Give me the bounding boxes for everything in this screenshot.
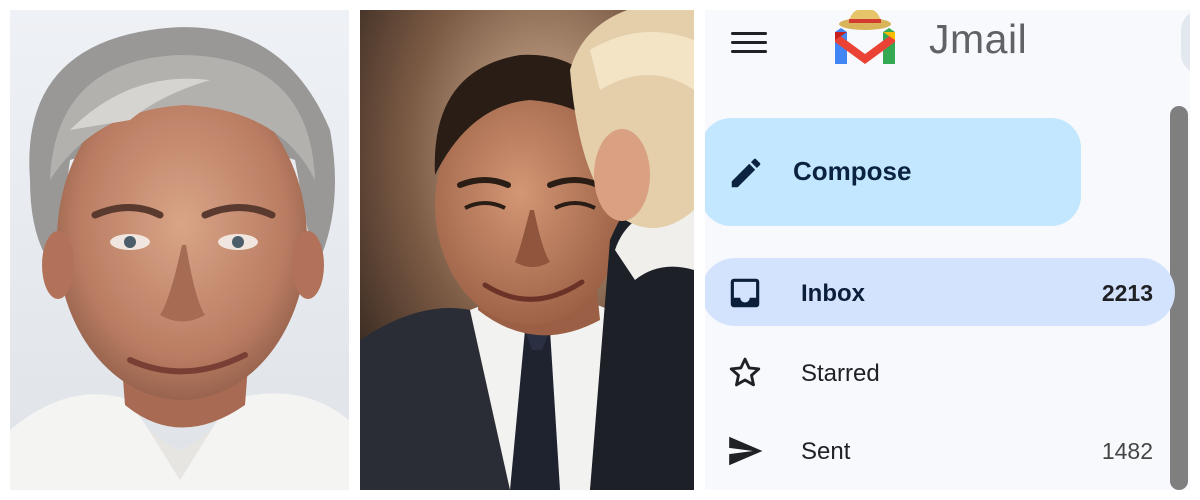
portrait-photo-left xyxy=(10,10,349,490)
menu-bar xyxy=(731,49,767,53)
nav-label-inbox: Inbox xyxy=(801,280,865,307)
star-icon xyxy=(729,357,761,387)
pencil-icon xyxy=(731,158,761,188)
nav-item-starred[interactable]: Starred xyxy=(705,338,1175,406)
nav-item-sent[interactable]: Sent 1482 xyxy=(705,416,1175,484)
portrait-center-illustration xyxy=(360,10,694,490)
nav-count-inbox: 2213 xyxy=(1101,280,1153,306)
collage: Jmail Compose Inbox 2213 Starred Sent 14… xyxy=(0,0,1200,500)
portrait-left-illustration xyxy=(10,10,349,490)
menu-bar xyxy=(731,40,767,44)
nav-label-sent: Sent xyxy=(801,438,851,465)
jmail-logo-icon[interactable] xyxy=(825,10,915,68)
menu-bar xyxy=(731,31,767,35)
compose-label: Compose xyxy=(793,156,912,186)
brand-name: Jmail xyxy=(929,16,1028,62)
nav-item-inbox[interactable]: Inbox 2213 xyxy=(705,258,1175,326)
menu-icon[interactable] xyxy=(731,26,775,58)
compose-button[interactable]: Compose xyxy=(705,118,1081,226)
portrait-photo-center xyxy=(360,10,694,490)
account-avatar[interactable] xyxy=(1181,10,1190,74)
nav-count-sent: 1482 xyxy=(1101,438,1153,464)
send-icon xyxy=(729,436,763,466)
jmail-panel: Jmail Compose Inbox 2213 Starred Sent 14… xyxy=(705,10,1190,490)
nav-label-starred: Starred xyxy=(801,360,880,387)
inbox-icon xyxy=(730,278,760,308)
